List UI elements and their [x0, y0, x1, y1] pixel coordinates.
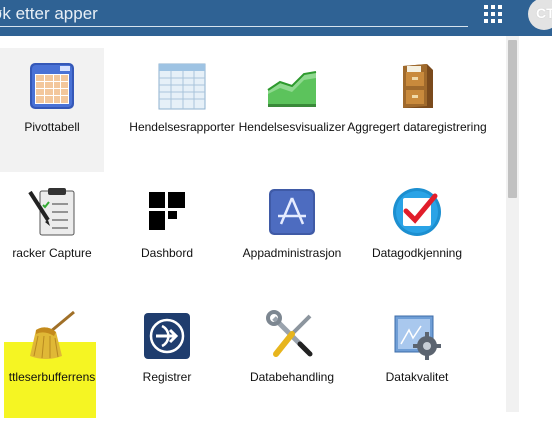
app-label: Datakvalitet	[385, 370, 449, 384]
search-input[interactable]	[0, 2, 468, 27]
right-gutter	[519, 36, 552, 412]
broom-icon	[30, 310, 75, 359]
app-tile-data-approval[interactable]: Datagodkjenning	[365, 174, 469, 298]
app-tile-dashboard[interactable]: Dashbord	[115, 174, 219, 298]
cabinet-icon	[403, 64, 433, 108]
app-label: Dashbord	[140, 246, 194, 260]
app-tile-aggregated-data-entry[interactable]: Aggregert dataregistrering	[347, 48, 487, 172]
app-tile-tracker-capture[interactable]: racker Capture	[0, 174, 104, 298]
dashboard-icon	[149, 192, 185, 230]
app-tile-app-management[interactable]: Appadministrasjon	[240, 174, 344, 298]
scrollbar[interactable]	[506, 36, 519, 412]
app-label: Appadministrasjon	[242, 246, 342, 260]
event-visualizer-icon	[267, 71, 317, 107]
app-tile-data-administration[interactable]: Databehandling	[240, 298, 344, 422]
app-label: Databehandling	[249, 370, 335, 384]
app-tile-pivot-table[interactable]: Pivottabell	[0, 48, 104, 172]
app-store-icon	[269, 189, 315, 235]
grid-icon[interactable]	[484, 5, 502, 23]
app-label: Pivottabell	[24, 120, 80, 134]
avatar[interactable]: CT	[528, 0, 552, 30]
top-bar: CT	[0, 0, 552, 36]
pivot-table-icon	[30, 63, 74, 109]
app-tile-register[interactable]: Registrer	[115, 298, 219, 422]
app-label: Datagodkjenning	[371, 246, 463, 260]
app-label: Hendelsesvisualizer	[238, 120, 346, 134]
tools-icon	[266, 310, 313, 357]
app-label: Aggregert dataregistrering	[347, 120, 487, 134]
app-tile-event-visualizer[interactable]: Hendelsesvisualizer	[239, 48, 345, 172]
app-launcher-panel: Pivottabell Hendelsesrapporter Hendelses…	[0, 36, 519, 418]
approval-icon	[393, 188, 441, 236]
app-label: Registrer	[142, 370, 192, 384]
clipboard-icon	[28, 188, 75, 236]
scrollbar-thumb[interactable]	[508, 40, 517, 198]
app-tile-event-reports[interactable]: Hendelsesrapporter	[129, 48, 235, 172]
app-tile-browser-cache-cleaner[interactable]: ttleserbufferrens	[0, 298, 104, 422]
register-icon	[144, 313, 190, 359]
app-tile-data-quality[interactable]: Datakvalitet	[365, 298, 469, 422]
data-quality-icon	[394, 315, 441, 360]
event-reports-icon	[158, 63, 206, 110]
